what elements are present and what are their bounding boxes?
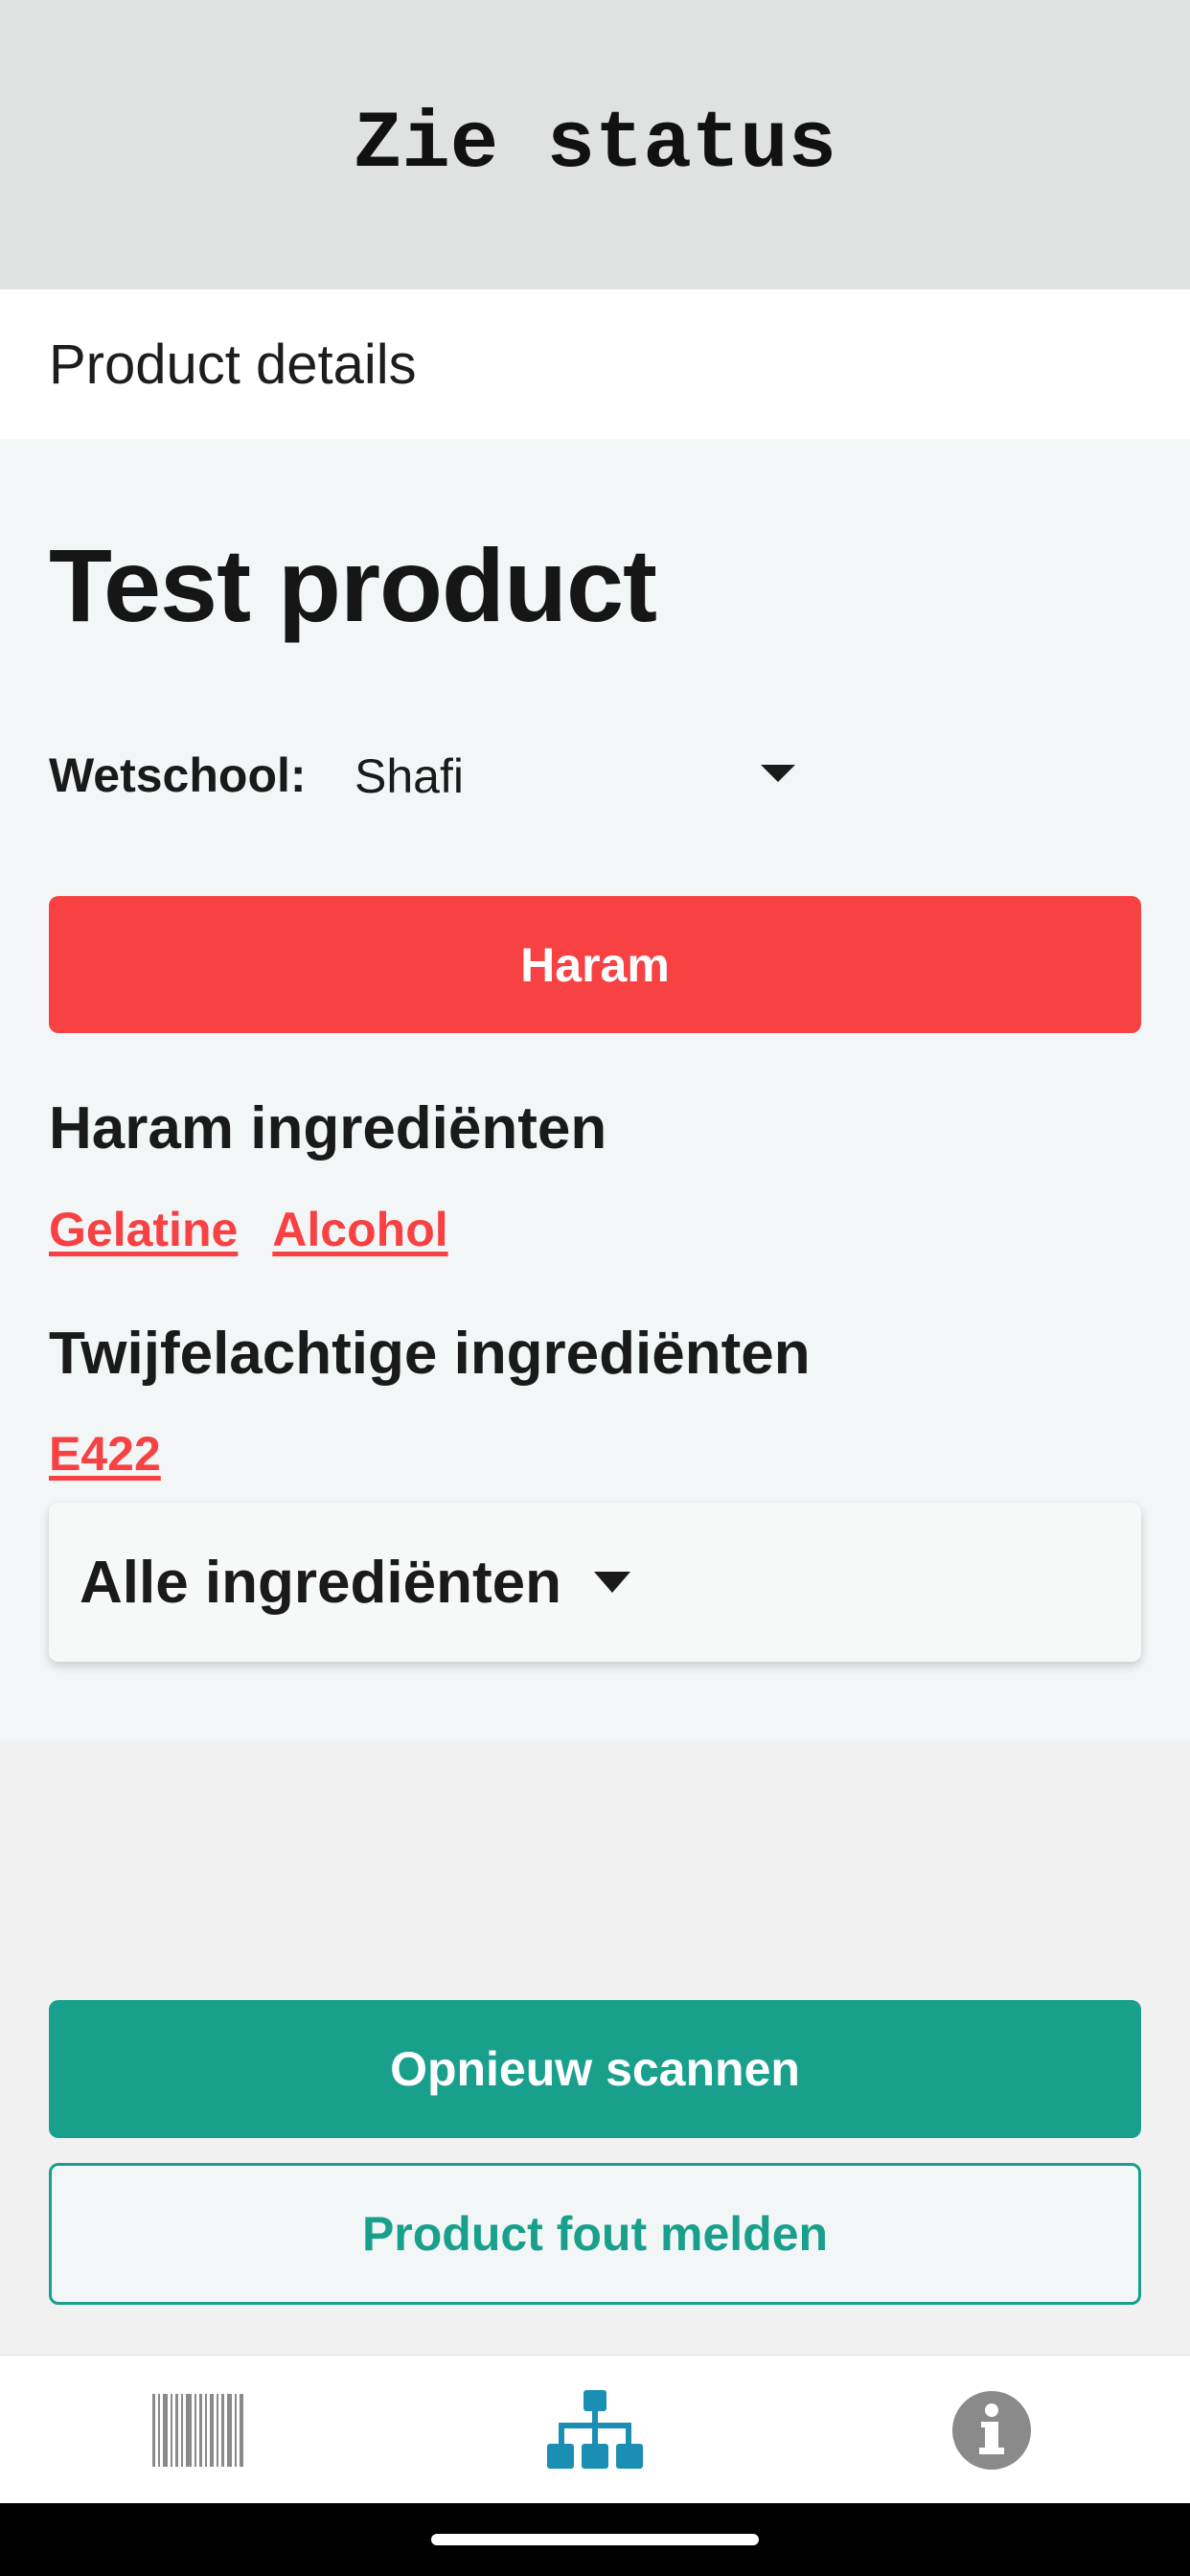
- doubtful-ingredients-list: E422: [49, 1426, 161, 1482]
- status-label: Haram: [520, 937, 670, 992]
- ingredient-link-gelatine[interactable]: Gelatine: [49, 1202, 238, 1257]
- home-indicator[interactable]: [431, 2534, 759, 2545]
- subheader-label: Product details: [49, 333, 417, 396]
- rescan-button-label: Opnieuw scannen: [390, 2042, 800, 2096]
- app-header: Zie status: [0, 0, 1190, 289]
- subheader: Product details: [0, 289, 1190, 439]
- status-badge: Haram: [49, 896, 1141, 1033]
- bottom-nav: [0, 2355, 1190, 2503]
- nav-item-scan[interactable]: [103, 2356, 294, 2504]
- all-ingredients-label: Alle ingrediënten: [80, 1549, 561, 1616]
- doubtful-ingredients-heading: Twijfelachtige ingrediënten: [49, 1321, 811, 1387]
- sitemap-icon: [547, 2389, 643, 2469]
- ingredient-link-e422[interactable]: E422: [49, 1426, 161, 1482]
- wetschool-selected-value: Shafi: [355, 749, 464, 803]
- caret-down-icon: [761, 765, 795, 782]
- page-title: Zie status: [353, 99, 837, 191]
- caret-down-icon: [593, 1572, 630, 1593]
- all-ingredients-expander[interactable]: Alle ingrediënten: [49, 1503, 1141, 1662]
- report-product-button[interactable]: Product fout melden: [49, 2163, 1141, 2305]
- report-product-button-label: Product fout melden: [361, 2207, 829, 2261]
- barcode-icon: [152, 2393, 243, 2467]
- nav-item-status[interactable]: [499, 2356, 691, 2504]
- haram-ingredients-list: Gelatine Alcohol: [49, 1202, 448, 1257]
- nav-item-info[interactable]: [896, 2356, 1087, 2504]
- info-icon: [952, 2390, 1031, 2470]
- product-name: Test product: [49, 527, 657, 643]
- rescan-button[interactable]: Opnieuw scannen: [49, 2000, 1141, 2138]
- ingredient-link-alcohol[interactable]: Alcohol: [272, 1202, 447, 1257]
- haram-ingredients-heading: Haram ingrediënten: [49, 1095, 607, 1162]
- wetschool-label: Wetschool:: [49, 748, 307, 802]
- wetschool-dropdown[interactable]: Shafi: [355, 738, 805, 815]
